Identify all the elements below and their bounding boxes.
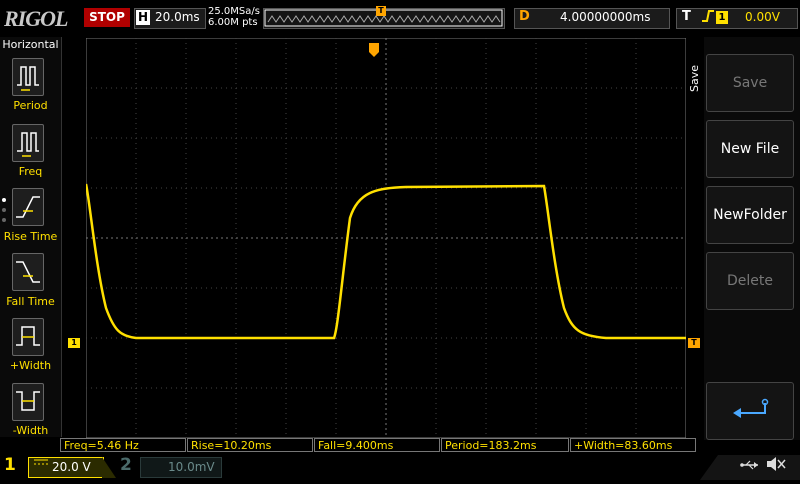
save-menu-title: Save: [688, 64, 701, 92]
measurement-period: Period=183.2ms: [441, 438, 569, 452]
positive-width-icon: [16, 326, 40, 346]
horizontal-letter: H: [136, 10, 150, 25]
page-dot: [2, 208, 6, 212]
trigger-letter: T: [682, 9, 691, 24]
freq-button[interactable]: [12, 124, 44, 162]
fall-time-label: Fall Time: [6, 295, 55, 308]
rise-time-label: Rise Time: [3, 230, 58, 243]
save-button[interactable]: Save: [706, 54, 794, 112]
measurement-positive-width: +Width=83.60ms: [570, 438, 696, 452]
ch1-offset-marker[interactable]: 1: [68, 338, 80, 348]
freq-label: Freq: [18, 165, 43, 178]
measurement-freq: Freq=5.46 Hz: [60, 438, 186, 452]
ch2-number[interactable]: 2: [120, 455, 132, 475]
delay-value: 4.00000000ms: [560, 10, 651, 24]
page-dot: [2, 218, 6, 222]
negative-width-label: -Width: [12, 424, 49, 437]
rigol-logo: RIGOL: [4, 6, 68, 31]
fall-time-icon: [16, 261, 40, 283]
usb-icon: [740, 459, 760, 474]
return-arrow-icon: [733, 398, 769, 418]
page-dot-active: [2, 198, 6, 202]
measurement-rise: Rise=10.20ms: [187, 438, 313, 452]
trigger-level-value: 0.00V: [745, 10, 780, 24]
fall-time-button[interactable]: [12, 253, 44, 291]
trigger-time-marker[interactable]: [369, 42, 379, 57]
waveform-display[interactable]: [86, 38, 686, 438]
frequency-icon: [17, 132, 39, 157]
period-label: Period: [13, 99, 48, 112]
rise-time-button[interactable]: [12, 188, 44, 226]
measurement-fall: Fall=9.400ms: [314, 438, 440, 452]
new-folder-button[interactable]: NewFolder: [706, 186, 794, 244]
speaker-muted-icon[interactable]: [766, 456, 786, 476]
timebase-value: 20.0ms: [155, 10, 200, 24]
negative-width-icon: [16, 391, 40, 411]
delete-button[interactable]: Delete: [706, 252, 794, 310]
period-icon: [17, 66, 39, 91]
sample-rate: 25.0MSa/s: [208, 6, 260, 17]
period-button[interactable]: [12, 58, 44, 96]
trigger-level-marker[interactable]: T: [688, 338, 700, 348]
new-file-button[interactable]: New File: [706, 120, 794, 178]
delay-letter: D: [519, 9, 530, 24]
rise-time-icon: [16, 196, 40, 218]
rising-edge-icon: [701, 8, 715, 28]
trigger-position-marker: T: [376, 6, 386, 16]
positive-width-button[interactable]: [12, 318, 44, 356]
ch1-number[interactable]: 1: [4, 455, 16, 475]
dc-coupling-icon: [34, 458, 48, 469]
ch1-scale-value: 20.0 V: [52, 460, 91, 474]
ch2-scale-value: 10.0mV: [168, 460, 215, 474]
negative-width-button[interactable]: [12, 383, 44, 421]
ch1-tab-corner: [102, 457, 116, 482]
return-button[interactable]: [706, 382, 794, 440]
run-stop-status[interactable]: STOP: [84, 8, 130, 27]
horizontal-menu-title: Horizontal: [2, 38, 59, 51]
positive-width-label: +Width: [9, 359, 52, 372]
memory-depth: 6.00M pts: [208, 17, 258, 28]
trigger-source-badge: 1: [716, 11, 728, 24]
